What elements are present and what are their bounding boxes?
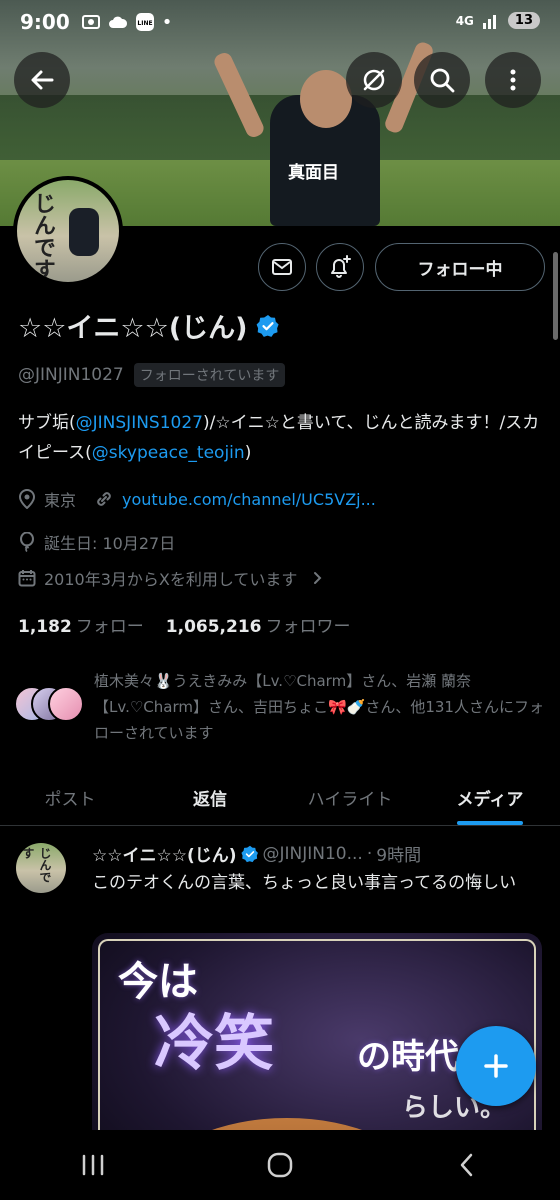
banner-shirt-text: 真面目 xyxy=(288,163,339,183)
post-author-name[interactable]: ☆☆イニ☆☆(じん) xyxy=(92,841,237,866)
recent-apps-icon xyxy=(83,1154,104,1176)
media-caption-2: 冷笑 xyxy=(154,1009,274,1079)
followers-count: 1,065,216 xyxy=(165,617,262,637)
following-count: 1,182 xyxy=(18,617,72,637)
following-stat[interactable]: 1,182 フォロー xyxy=(18,612,144,637)
gallery-icon xyxy=(81,15,100,29)
network-type: 4G xyxy=(455,13,474,28)
follow-stats: 1,182 フォロー 1,065,216 フォロワー xyxy=(18,612,351,637)
notifications-button[interactable] xyxy=(316,243,364,291)
plus-icon xyxy=(484,1054,508,1078)
following-button[interactable]: フォロー中 xyxy=(375,243,545,291)
chevron-left-icon xyxy=(460,1153,472,1177)
post-text: このテオくんの言葉、ちょっと良い事言ってるの悔しい xyxy=(92,873,517,893)
follows-you-badge: フォローされています xyxy=(133,363,286,387)
svg-text:LINE: LINE xyxy=(137,20,152,27)
bell-plus-icon xyxy=(331,255,351,278)
home-circle-icon xyxy=(267,1152,293,1178)
search-button[interactable] xyxy=(414,52,470,108)
system-nav-bar xyxy=(0,1130,560,1200)
compose-post-button[interactable] xyxy=(456,1026,536,1106)
status-right: 4G 13 xyxy=(456,12,540,29)
handle-row: @JINJIN1027 フォローされています xyxy=(18,363,286,387)
followers-label: フォロワー xyxy=(265,617,351,637)
location-pin-icon xyxy=(18,489,36,509)
profile-bio: サブ垢(@JINSJINS1027)/☆イニ☆と書いて、じんと読みます！/スカイ… xyxy=(18,408,548,468)
profile-handle: @JINJIN1027 xyxy=(18,365,124,385)
post-avatar[interactable]: じんです xyxy=(16,843,66,893)
profile-avatar[interactable]: じんです xyxy=(13,176,123,286)
profile-display-name: ☆☆イニ☆☆(じん) xyxy=(18,306,280,345)
post-author-handle: @JINJIN10... xyxy=(262,843,363,864)
status-bar: 9:00 LINE • 4G 13 xyxy=(0,0,560,44)
following-label: フォロー xyxy=(75,617,144,637)
tab-highlights[interactable]: ハイライト xyxy=(280,770,420,825)
link-icon xyxy=(97,492,111,506)
profile-website-link[interactable]: youtube.com/channel/UC5VZj... xyxy=(122,490,376,509)
more-vertical-icon xyxy=(510,69,516,91)
back-button[interactable] xyxy=(14,52,70,108)
balloon-icon xyxy=(20,532,34,552)
post-timestamp: 9時間 xyxy=(376,846,422,866)
calendar-icon xyxy=(18,570,36,587)
signal-icon xyxy=(482,14,496,29)
tab-replies[interactable]: 返信 xyxy=(140,770,280,825)
tab-media[interactable]: メディア xyxy=(420,770,560,825)
status-time: 9:00 xyxy=(20,10,70,34)
followers-you-know-text: 植木美々🐰うえきみみ【Lv.♡Charm】さん、岩瀬 蘭奈【Lv.♡Charm】… xyxy=(94,672,544,742)
recent-apps-button[interactable] xyxy=(53,1140,133,1190)
battery-level: 13 xyxy=(507,12,540,29)
cloud-icon xyxy=(108,16,127,28)
system-back-button[interactable] xyxy=(427,1140,507,1190)
profile-joined-date: 2010年3月からXを利用しています xyxy=(44,570,298,589)
bio-mention-sub-account[interactable]: @JINSJINS1027 xyxy=(76,413,203,433)
profile-location-row: 東京 youtube.com/channel/UC5VZj... xyxy=(18,487,376,511)
profile-tabs: ポスト 返信 ハイライト メディア xyxy=(0,770,560,826)
post-separator: · xyxy=(366,843,373,864)
followers-you-know-avatars xyxy=(14,686,84,726)
arrow-left-icon xyxy=(31,70,54,90)
media-caption-3: の時代 xyxy=(357,1037,459,1077)
verified-badge-icon xyxy=(256,314,279,337)
dot-icon: • xyxy=(161,11,173,33)
tab-posts[interactable]: ポスト xyxy=(0,770,140,825)
follower-avatar xyxy=(48,686,84,722)
scrollbar-thumb[interactable] xyxy=(553,252,558,340)
profile-birthday-row: 誕生日: 10月27日 xyxy=(18,530,175,554)
profile-joined-row[interactable]: 2010年3月からXを利用しています xyxy=(18,566,325,590)
status-notification-icons: LINE • xyxy=(81,11,173,33)
message-button[interactable] xyxy=(258,243,306,291)
verified-badge-icon xyxy=(240,845,258,862)
profile-birthday: 誕生日: 10月27日 xyxy=(44,534,176,553)
grok-button[interactable] xyxy=(346,52,402,108)
bio-text-1: サブ垢( xyxy=(18,413,76,433)
followers-stat[interactable]: 1,065,216 フォロワー xyxy=(166,612,351,637)
display-name-text: ☆☆イニ☆☆(じん) xyxy=(18,313,248,344)
mail-icon xyxy=(272,259,292,275)
bio-mention-skypeace[interactable]: @skypeace_teojin xyxy=(92,443,245,463)
more-options-button[interactable] xyxy=(485,52,541,108)
home-button[interactable] xyxy=(240,1140,320,1190)
search-icon xyxy=(430,68,455,93)
post-header: ☆☆イニ☆☆(じん) @JINJIN10... · 9時間 xyxy=(92,841,422,867)
grok-icon xyxy=(363,69,385,91)
bio-text-3: ) xyxy=(244,443,252,463)
profile-location: 東京 xyxy=(44,491,77,510)
chevron-right-icon xyxy=(314,572,322,584)
line-app-icon: LINE xyxy=(135,13,154,31)
followers-you-know[interactable]: 植木美々🐰うえきみみ【Lv.♡Charm】さん、岩瀬 蘭奈【Lv.♡Charm】… xyxy=(14,668,544,746)
